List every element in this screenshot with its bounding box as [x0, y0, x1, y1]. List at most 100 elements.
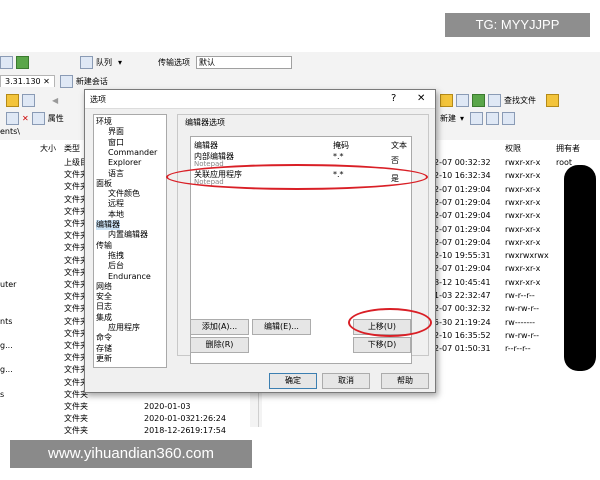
- folder-icon[interactable]: [440, 93, 453, 107]
- properties-button[interactable]: 属性: [48, 113, 64, 124]
- properties-icon[interactable]: [31, 111, 45, 125]
- sync-icon[interactable]: [0, 55, 13, 69]
- transfer-options-value: 默认: [199, 57, 216, 67]
- list-header-editor[interactable]: 编辑器: [194, 140, 218, 151]
- find-files-button[interactable]: 查找文件: [504, 95, 536, 106]
- tree-item[interactable]: 更新: [96, 354, 112, 364]
- back-icon[interactable]: ◀: [52, 96, 58, 105]
- file-time: 21:26:24: [190, 414, 226, 424]
- tree-item[interactable]: 日志: [96, 302, 112, 312]
- tree-item[interactable]: 安全: [96, 292, 112, 302]
- file-permissions: rwxr-xr-x: [505, 171, 541, 181]
- move-down-button[interactable]: 下移(D): [353, 337, 411, 353]
- tree-item[interactable]: 应用程序: [108, 323, 140, 333]
- transfer-options-select[interactable]: 默认: [196, 55, 293, 69]
- close-icon[interactable]: ✕: [43, 77, 50, 86]
- tab-session[interactable]: 3.31.130 ✕: [0, 75, 55, 87]
- tree-item[interactable]: 集成: [96, 313, 112, 323]
- tree-item[interactable]: 传输: [96, 241, 112, 251]
- watermark-website: www.yihuandian360.com: [10, 440, 252, 468]
- move-up-button[interactable]: 上移(U): [353, 319, 411, 335]
- transfer-options-label: 传输选项: [158, 57, 191, 67]
- file-modified: 2-10 19:55:31: [434, 251, 491, 261]
- column-size[interactable]: 大小: [40, 143, 56, 155]
- file-date: 2020-01-03: [144, 402, 191, 411]
- filter-icon[interactable]: [22, 93, 35, 107]
- tree-item[interactable]: 文件颜色: [108, 189, 140, 199]
- options-tree[interactable]: 环境 界面 窗口 Commander Explorer 语言 面板 文件颜色 远程 本地 编辑器 内置…: [93, 114, 167, 368]
- minus-icon[interactable]: [486, 111, 500, 125]
- tree-item[interactable]: 界面: [108, 127, 124, 137]
- tree-item[interactable]: 语言: [108, 169, 124, 179]
- compare-icon[interactable]: [16, 55, 29, 69]
- editor-sub: Notepad: [194, 178, 224, 186]
- plus-icon[interactable]: [470, 111, 484, 125]
- file-permissions: rwxr-xr-x: [505, 184, 541, 194]
- file-permissions: rwxr-xr-x: [505, 224, 541, 234]
- left-toolbar: ◀: [6, 92, 58, 108]
- file-modified: 2-07 01:29:04: [434, 197, 491, 207]
- copy-icon[interactable]: [6, 111, 19, 125]
- new-session-icon[interactable]: [59, 74, 73, 88]
- close-icon[interactable]: ✕: [417, 93, 425, 104]
- tree-item[interactable]: Commander: [108, 148, 157, 158]
- left-path[interactable]: ents\: [0, 126, 20, 138]
- new-session-tab[interactable]: 新建会话: [76, 76, 108, 87]
- refresh-icon[interactable]: [472, 93, 485, 107]
- file-name: s: [0, 389, 5, 399]
- table-row[interactable]: 文件夹 2020-01-03: [0, 401, 250, 413]
- tree-item[interactable]: 内置编辑器: [108, 230, 148, 240]
- new-button[interactable]: 新建: [440, 113, 456, 124]
- filter-icon[interactable]: [502, 111, 516, 125]
- queue-icon[interactable]: [80, 55, 93, 69]
- list-item[interactable]: 内部编辑器 Notepad *.* 否: [191, 151, 409, 168]
- folder-icon[interactable]: [6, 93, 19, 107]
- queue-label[interactable]: 队列: [96, 57, 112, 68]
- list-header-text[interactable]: 文本: [391, 140, 407, 151]
- tree-item[interactable]: 后台: [108, 261, 124, 271]
- left-action-bar: ✕ 属性: [6, 110, 64, 126]
- tree-item[interactable]: 环境: [96, 117, 112, 127]
- tree-item[interactable]: 存储: [96, 344, 112, 354]
- file-type: 文件夹: [64, 414, 88, 424]
- column-permissions[interactable]: 权限: [505, 143, 521, 155]
- list-item[interactable]: 关联应用程序 Notepad *.* 是: [191, 169, 409, 186]
- help-button[interactable]: 帮助: [381, 373, 429, 389]
- find-icon[interactable]: [488, 93, 501, 107]
- tree-item[interactable]: 拖拽: [108, 251, 124, 261]
- chevron-down-icon[interactable]: ▾: [460, 114, 464, 123]
- tree-item[interactable]: 本地: [108, 210, 124, 220]
- column-type[interactable]: 类型: [64, 143, 80, 155]
- column-owner[interactable]: 拥有者: [556, 143, 580, 155]
- file-modified: 2-07 00:32:32: [434, 158, 491, 167]
- tree-item[interactable]: 窗口: [108, 138, 124, 148]
- file-date: 2020-01-03: [144, 414, 191, 424]
- main-toolbar: 队列 ▾ 传输选项 默认: [0, 54, 293, 70]
- file-modified: 2-07 00:32:32: [434, 304, 491, 314]
- table-row[interactable]: 文件夹 2018-12-26 19:17:54: [0, 425, 250, 437]
- tree-item[interactable]: Explorer: [108, 158, 141, 168]
- add-button[interactable]: 添加(A)...: [190, 319, 249, 335]
- editor-options-title: 编辑器选项: [185, 118, 225, 127]
- tree-item[interactable]: 命令: [96, 333, 112, 343]
- help-icon[interactable]: ?: [391, 93, 396, 104]
- tree-item[interactable]: Endurance: [108, 272, 151, 282]
- edit-button[interactable]: 编辑(E)...: [252, 319, 311, 335]
- right-toolbar: 查找文件: [440, 92, 562, 108]
- list-header-mask[interactable]: 掩码: [333, 140, 349, 151]
- delete-icon[interactable]: ✕: [22, 114, 29, 123]
- tree-item[interactable]: 编辑器: [96, 220, 120, 230]
- tree-item[interactable]: 面板: [96, 179, 112, 189]
- chevron-down-icon[interactable]: ▾: [118, 58, 122, 67]
- cancel-button[interactable]: 取消: [322, 373, 370, 389]
- dialog-title-bar[interactable]: 选项 ? ✕: [85, 90, 435, 109]
- tree-item[interactable]: 远程: [108, 199, 124, 209]
- tree-item[interactable]: 网络: [96, 282, 112, 292]
- folder-tree-icon[interactable]: [546, 93, 559, 107]
- delete-button[interactable]: 删除(R): [190, 337, 249, 353]
- ok-button[interactable]: 确定: [269, 373, 317, 389]
- table-row[interactable]: 文件夹 2020-01-03 21:26:24: [0, 413, 250, 425]
- file-name: g...: [0, 365, 13, 375]
- home-icon[interactable]: [456, 93, 469, 107]
- file-date: 2018-12-26: [144, 426, 191, 436]
